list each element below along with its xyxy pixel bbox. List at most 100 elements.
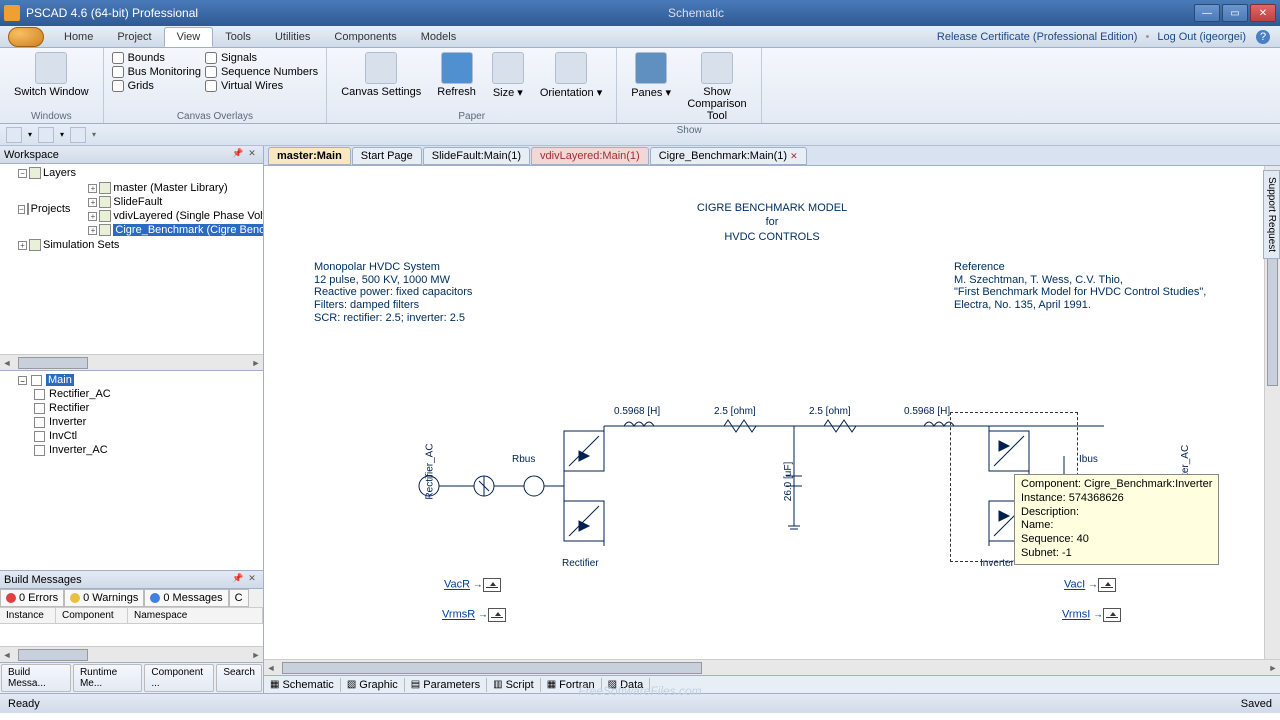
app-title: PSCAD 4.6 (64-bit) Professional [26, 6, 198, 20]
refresh-button[interactable]: Refresh [431, 50, 482, 100]
status-left: Ready [8, 698, 40, 710]
meter-vrmsr[interactable]: VrmsR → [442, 608, 506, 622]
tree-hscroll[interactable]: ◄► [0, 354, 263, 370]
component-tooltip: Component: Cigre_Benchmark:InverterInsta… [1014, 474, 1219, 565]
meter-vrmsi[interactable]: VrmsI → [1062, 608, 1121, 622]
schematic-canvas[interactable]: CIGRE BENCHMARK MODEL for HVDC CONTROLS … [264, 166, 1280, 659]
warnings-tab[interactable]: 0 Warnings [64, 589, 144, 607]
orientation-icon [555, 52, 587, 84]
doc-tab[interactable]: Cigre_Benchmark:Main(1)✕ [650, 147, 807, 165]
refresh-icon [441, 52, 473, 84]
status-right: Saved [1241, 698, 1272, 710]
menu-tools[interactable]: Tools [213, 28, 263, 46]
label-cap: 26.0 [uF] [783, 462, 794, 501]
switch-window-icon [35, 52, 67, 84]
label-rbus: Rbus [512, 454, 535, 465]
hier-item[interactable]: Rectifier_AC [2, 387, 261, 401]
chk-busmon[interactable]: Bus Monitoring [112, 66, 201, 78]
support-request-tab[interactable]: Support Request [1263, 170, 1280, 259]
doc-tab[interactable]: master:Main [268, 147, 351, 165]
bottom-tab-build[interactable]: Build Messa... [1, 664, 71, 692]
tab-close-icon[interactable]: ✕ [790, 151, 798, 162]
view-parameters[interactable]: ▤ Parameters [405, 678, 487, 692]
c-tab[interactable]: C [229, 589, 249, 607]
panes-icon [635, 52, 667, 84]
build-header: Build Messages 📌 ✕ [0, 571, 263, 589]
close-panel-icon[interactable]: ✕ [245, 573, 259, 587]
chk-seqnum[interactable]: Sequence Numbers [205, 66, 318, 78]
size-icon [492, 52, 524, 84]
bottom-tab-runtime[interactable]: Runtime Me... [73, 664, 142, 692]
doc-tab[interactable]: Start Page [352, 147, 422, 165]
canvas-settings-icon [365, 52, 397, 84]
watermark: FreeSoftwareFiles.com [578, 684, 701, 698]
doc-tab[interactable]: vdivLayered:Main(1) [531, 147, 649, 165]
view-script[interactable]: ▥ Script [487, 678, 541, 692]
bottom-tab-search[interactable]: Search [216, 664, 262, 692]
view-graphic[interactable]: ▧ Graphic [341, 678, 405, 692]
meter-vaci[interactable]: VacI → [1064, 578, 1116, 592]
tree-item[interactable]: +vdivLayered (Single Phase Voltage Divid… [88, 209, 263, 223]
label-R2: 2.5 [ohm] [809, 406, 851, 417]
canvas-settings-button[interactable]: Canvas Settings [335, 50, 427, 100]
msg-hscroll[interactable]: ◄► [0, 646, 263, 662]
file-orb[interactable] [8, 27, 44, 47]
schematic-title: CIGRE BENCHMARK MODEL for HVDC CONTROLS [697, 201, 847, 244]
view-schematic[interactable]: ▦ Schematic [264, 678, 341, 692]
hierarchy-tree[interactable]: −Main Rectifier_AC Rectifier Inverter In… [0, 370, 263, 570]
hier-item[interactable]: Inverter_AC [2, 443, 261, 457]
group-paper-label: Paper [335, 110, 608, 123]
info-left: Monopolar HVDC System12 pulse, 500 KV, 1… [314, 261, 472, 324]
minimize-button[interactable]: — [1194, 4, 1220, 22]
panes-button[interactable]: Panes ▾ [625, 50, 677, 101]
hier-item[interactable]: InvCtl [2, 429, 261, 443]
tree-item-selected[interactable]: +Cigre_Benchmark (Cigre Benchmark, 12 p [88, 223, 263, 237]
chk-bounds[interactable]: Bounds [112, 52, 201, 64]
tree-item[interactable]: +SlideFault [88, 195, 263, 209]
menu-view[interactable]: View [164, 27, 214, 47]
document-tabs: master:Main Start Page SlideFault:Main(1… [264, 146, 1280, 166]
hier-item[interactable]: Inverter [2, 415, 261, 429]
menu-right: Release Certificate (Professional Editio… [937, 30, 1280, 44]
msg-body [0, 624, 263, 646]
label-L1: 0.5968 [H] [614, 406, 660, 417]
help-icon[interactable]: ? [1256, 30, 1270, 44]
pin-icon[interactable]: 📌 [231, 148, 245, 162]
qat-undo[interactable] [70, 127, 86, 143]
errors-tab[interactable]: 0 Errors [0, 589, 64, 607]
meter-vacr[interactable]: VacR → [444, 578, 501, 592]
doc-tab[interactable]: SlideFault:Main(1) [423, 147, 530, 165]
chk-vwires[interactable]: Virtual Wires [205, 80, 318, 92]
chk-signals[interactable]: Signals [205, 52, 318, 64]
maximize-button[interactable]: ▭ [1222, 4, 1248, 22]
close-button[interactable]: ✕ [1250, 4, 1276, 22]
release-text[interactable]: Release Certificate (Professional Editio… [937, 31, 1138, 43]
comparison-icon [701, 52, 733, 84]
pin-icon[interactable]: 📌 [231, 573, 245, 587]
project-tree[interactable]: −Layers −Projects +master (Master Librar… [0, 164, 263, 354]
close-panel-icon[interactable]: ✕ [245, 148, 259, 162]
menu-home[interactable]: Home [52, 28, 105, 46]
canvas-hscroll[interactable]: ◄► [264, 659, 1280, 675]
switch-window-button[interactable]: Switch Window [8, 50, 95, 100]
msg-columns: Instance Component Namespace [0, 608, 263, 624]
menu-utilities[interactable]: Utilities [263, 28, 322, 46]
qat-new[interactable] [6, 127, 22, 143]
tree-item[interactable]: +master (Master Library) [88, 181, 263, 195]
logout-link[interactable]: Log Out (igeorgei) [1157, 31, 1246, 43]
menu-models[interactable]: Models [409, 28, 468, 46]
comparison-button[interactable]: Show Comparison Tool [681, 50, 753, 124]
messages-tab[interactable]: 0 Messages [144, 589, 228, 607]
label-rectifier-ac: Rectifier_AC [425, 443, 436, 499]
menu-project[interactable]: Project [105, 28, 163, 46]
hier-item[interactable]: Rectifier [2, 401, 261, 415]
orientation-button[interactable]: Orientation ▾ [534, 50, 608, 101]
label-ibus: Ibus [1079, 454, 1098, 465]
menu-components[interactable]: Components [322, 28, 408, 46]
bottom-tab-component[interactable]: Component ... [144, 664, 214, 692]
chk-grids[interactable]: Grids [112, 80, 201, 92]
title-bar: PSCAD 4.6 (64-bit) Professional Schemati… [0, 0, 1280, 26]
qat-save[interactable] [38, 127, 54, 143]
size-button[interactable]: Size ▾ [486, 50, 530, 101]
label-R1: 2.5 [ohm] [714, 406, 756, 417]
